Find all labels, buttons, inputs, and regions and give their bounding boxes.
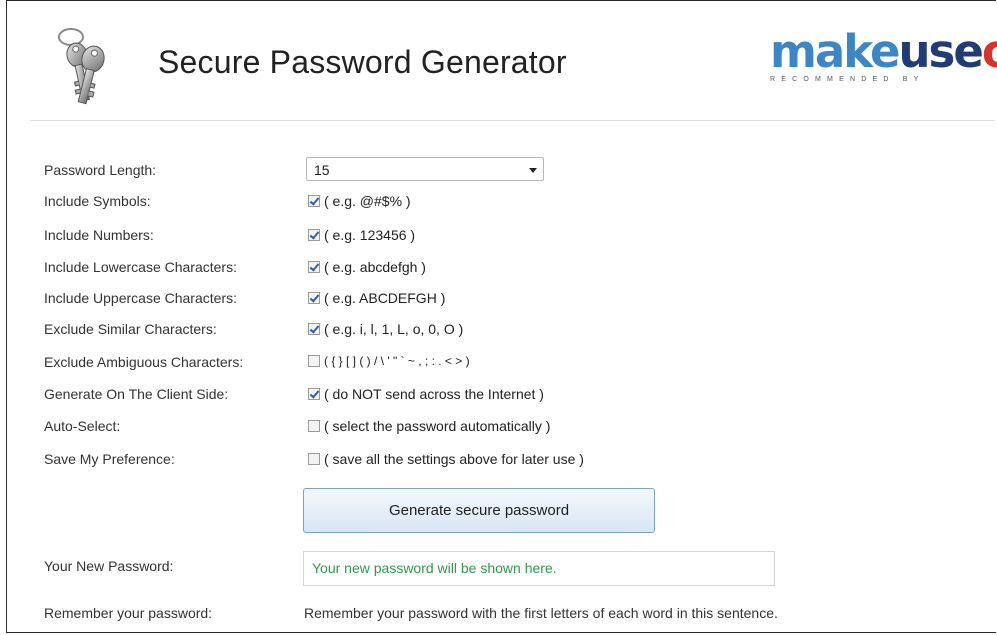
option-label: Exclude Similar Characters: — [44, 321, 217, 337]
option-hint: ( save all the settings above for later … — [324, 451, 584, 467]
option-hint: ( e.g. abcdefgh ) — [324, 259, 426, 275]
checkbox-icon[interactable] — [308, 453, 320, 465]
checkbox-icon[interactable] — [308, 292, 320, 304]
option-label: Auto-Select: — [44, 418, 121, 434]
checkbox-icon[interactable] — [308, 388, 320, 400]
logo-part: use — [898, 25, 984, 78]
option-label: Exclude Ambiguous Characters: — [44, 354, 244, 370]
option-hint: ( do NOT send across the Internet ) — [324, 386, 544, 402]
password-length-label: Password Length: — [44, 162, 157, 178]
logo-part: of — [982, 25, 997, 78]
remember-label: Remember your password: — [44, 605, 213, 621]
logo-subtitle: RECOMMENDED BY — [770, 76, 925, 83]
option-label: Save My Preference: — [44, 451, 175, 467]
option-client-side[interactable]: ( do NOT send across the Internet ) — [308, 386, 544, 402]
makeuseof-logo[interactable]: makeuseof RECOMMENDED BY — [770, 25, 997, 88]
option-label: Include Lowercase Characters: — [44, 259, 237, 275]
remember-text: Remember your password with the first le… — [304, 605, 778, 621]
logo-part: make — [770, 25, 900, 78]
password-length-select[interactable]: 15 — [306, 157, 544, 181]
option-hint: ( e.g. @#$% ) — [324, 193, 411, 209]
option-label: Include Symbols: — [44, 193, 151, 209]
checkbox-icon[interactable] — [308, 420, 320, 432]
password-length-value: 15 — [314, 162, 330, 178]
option-exclude-similar[interactable]: ( e.g. i, l, 1, L, o, 0, O ) — [308, 321, 463, 337]
option-label: Include Uppercase Characters: — [44, 290, 237, 306]
keys-icon — [58, 28, 105, 105]
option-hint: ( select the password automatically ) — [324, 418, 551, 434]
new-password-field[interactable]: Your new password will be shown here. — [303, 551, 775, 586]
option-hint: ( e.g. i, l, 1, L, o, 0, O ) — [324, 321, 464, 337]
option-label: Include Numbers: — [44, 227, 154, 243]
option-label: Generate On The Client Side: — [44, 386, 229, 402]
option-save-preference[interactable]: ( save all the settings above for later … — [308, 451, 584, 467]
page-title: Secure Password Generator — [158, 44, 567, 80]
option-hint: ( e.g. ABCDEFGH ) — [324, 290, 446, 306]
checkbox-icon[interactable] — [308, 195, 320, 207]
option-include-symbols[interactable]: ( e.g. @#$% ) — [308, 193, 411, 209]
option-hint: ( { } [ ] ( ) / \ ' " ` ~ , ; : . < > ) — [324, 354, 470, 368]
option-exclude-ambiguous[interactable]: ( { } [ ] ( ) / \ ' " ` ~ , ; : . < > ) — [308, 354, 470, 368]
option-hint: ( e.g. 123456 ) — [324, 227, 416, 243]
checkbox-icon[interactable] — [308, 355, 320, 367]
checkbox-icon[interactable] — [308, 261, 320, 273]
new-password-label: Your New Password: — [44, 558, 174, 574]
option-include-lowercase[interactable]: ( e.g. abcdefgh ) — [308, 259, 426, 275]
chevron-down-icon — [529, 168, 537, 173]
generate-password-button[interactable]: Generate secure password — [303, 488, 655, 533]
page-frame — [6, 0, 996, 633]
option-include-uppercase[interactable]: ( e.g. ABCDEFGH ) — [308, 290, 445, 306]
checkbox-icon[interactable] — [308, 229, 320, 241]
checkbox-icon[interactable] — [308, 323, 320, 335]
option-include-numbers[interactable]: ( e.g. 123456 ) — [308, 227, 415, 243]
option-auto-select[interactable]: ( select the password automatically ) — [308, 418, 550, 434]
header-divider — [30, 120, 995, 121]
